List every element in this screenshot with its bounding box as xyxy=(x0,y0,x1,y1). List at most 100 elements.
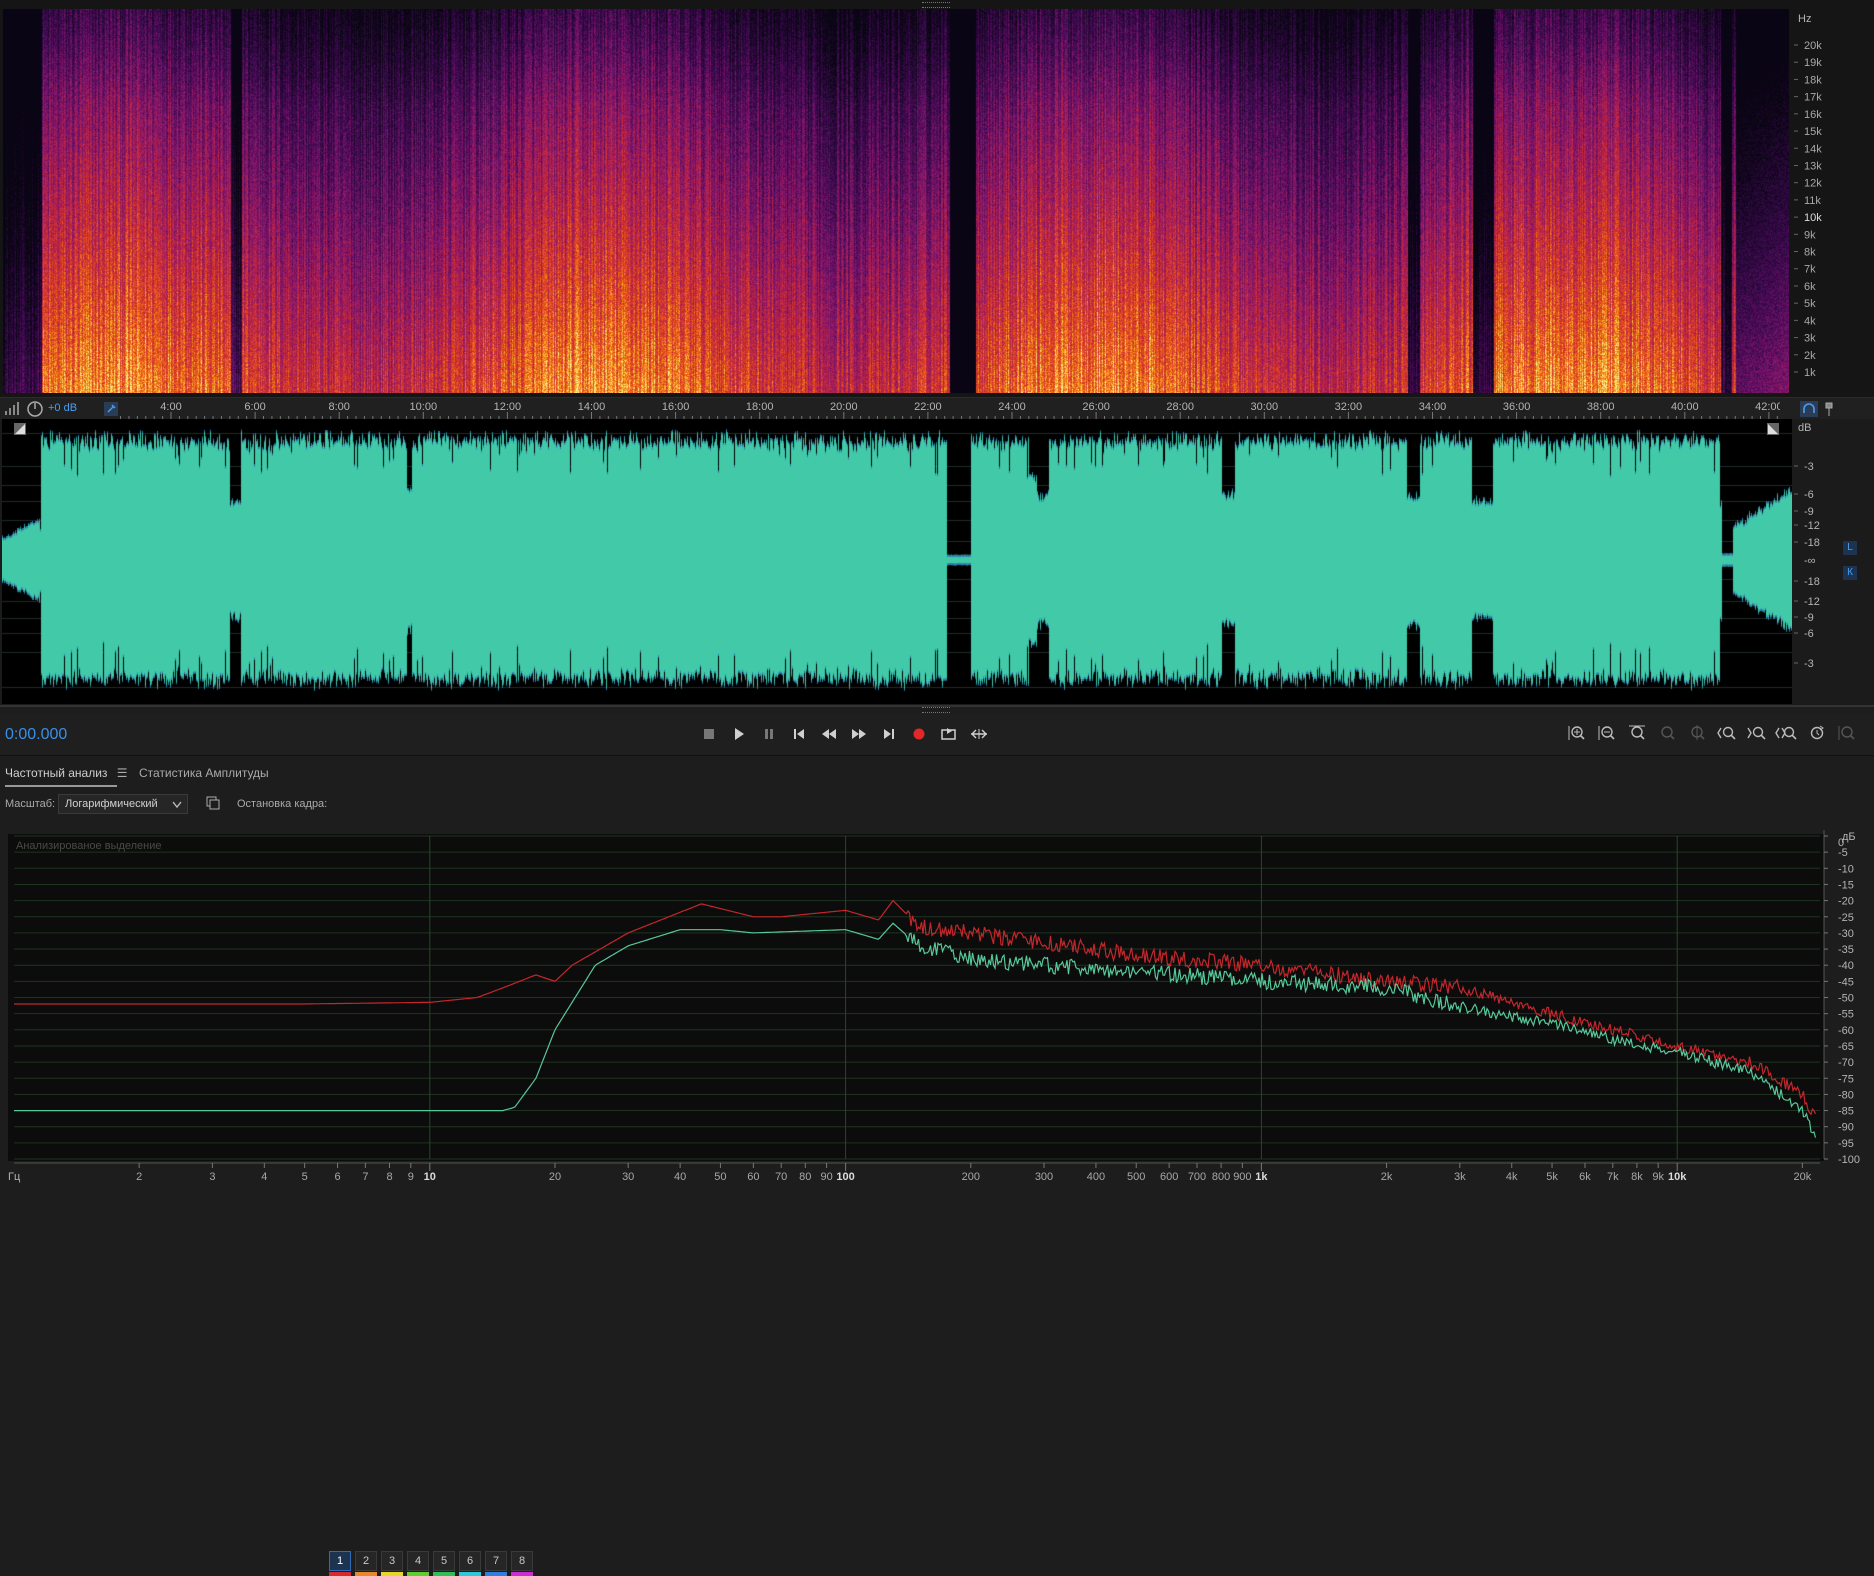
db-label: -9 xyxy=(1804,612,1814,624)
record-icon[interactable] xyxy=(912,727,926,741)
zoom-in-amplitude-icon[interactable] xyxy=(1568,725,1586,741)
freeze-frame-1-button[interactable]: 1 xyxy=(329,1551,351,1571)
db-label: -6 xyxy=(1804,489,1814,501)
panel-resize-handle[interactable] xyxy=(922,2,950,8)
zoom-in-right-icon[interactable] xyxy=(1746,725,1768,741)
chart-x-unit-label: Гц xyxy=(8,1171,21,1183)
freeze-frame-6-button[interactable]: 6 xyxy=(459,1551,481,1571)
zoom-disabled-icon[interactable] xyxy=(1838,725,1856,741)
waveform-display[interactable] xyxy=(2,419,1792,704)
zoom-fit-corner-icon[interactable] xyxy=(14,423,26,435)
chart-x-tick-label: 2 xyxy=(136,1171,142,1183)
zoom-selection-icon[interactable] xyxy=(1658,725,1676,741)
play-icon[interactable] xyxy=(732,727,746,741)
time-tick-label: 28:00 xyxy=(1166,401,1194,413)
pause-icon[interactable] xyxy=(762,727,776,741)
time-ruler-ticks[interactable]: 4:00 6:00 8:00 10:00 12:00 14:00 16:00 18:00 20:… xyxy=(0,398,1780,420)
analyzed-selection-watermark: Анализированое выделение xyxy=(16,840,162,852)
chart-x-tick-label: 70 xyxy=(775,1171,787,1183)
freeze-frame-2-button[interactable]: 2 xyxy=(355,1551,377,1571)
time-tick-label: 38:00 xyxy=(1587,401,1615,413)
freq-label: 17k xyxy=(1804,92,1822,104)
chart-x-tick-label: 400 xyxy=(1087,1171,1105,1183)
headphones-icon[interactable] xyxy=(1800,401,1818,417)
waveform-panel[interactable]: dB -3 -6 -9 -12 -18 -∞ -18 -12 -9 -6 -3 L К xyxy=(0,419,1874,707)
time-tick-label: 10:00 xyxy=(410,401,438,413)
frequency-analysis-chart[interactable]: дБ0-5-10-15-20-25-30-35-40-45-50-55-60-6… xyxy=(0,756,1874,1190)
skip-to-start-icon[interactable] xyxy=(792,727,806,741)
chart-x-tick-label: 20 xyxy=(549,1171,561,1183)
chart-x-tick-label: 4k xyxy=(1506,1171,1518,1183)
zoom-out-amplitude-icon[interactable] xyxy=(1598,725,1616,741)
freq-label: 5k xyxy=(1804,298,1816,310)
freeze-frame-7-button[interactable]: 7 xyxy=(485,1551,507,1571)
zoom-in-left-icon[interactable] xyxy=(1716,725,1738,741)
panel-divider-handle[interactable] xyxy=(922,707,950,713)
amplitude-ruler: dB -3 -6 -9 -12 -18 -∞ -18 -12 -9 -6 -3 xyxy=(1794,422,1820,670)
chart-x-tick-label: 200 xyxy=(962,1171,980,1183)
chart-y-tick-label: -40 xyxy=(1838,960,1854,972)
chart-x-tick-label: 10k xyxy=(1668,1171,1687,1183)
chart-y-tick-label: -85 xyxy=(1838,1106,1854,1118)
freq-label: 7k xyxy=(1804,264,1816,276)
chart-y-tick-label: -100 xyxy=(1838,1154,1860,1166)
time-tick-label: 30:00 xyxy=(1251,401,1279,413)
time-tick-label: 18:00 xyxy=(746,401,774,413)
chart-y-tick-label: -60 xyxy=(1838,1025,1854,1037)
db-label: -6 xyxy=(1804,628,1814,640)
chart-y-tick-label: -10 xyxy=(1838,863,1854,875)
freq-label: 4k xyxy=(1804,315,1816,327)
time-tick-label: 42:00 xyxy=(1755,401,1780,413)
spectrogram-frequency-ruler: Hz 20k 19k 18k 17k 16k 15k 14k 13k 12k 11k 10k 9k 8k… xyxy=(1794,13,1822,379)
rewind-icon[interactable] xyxy=(821,727,837,741)
channel-l-button[interactable]: L xyxy=(1843,541,1857,555)
zoom-reset-icon[interactable] xyxy=(1628,725,1646,741)
chart-x-tick-label: 2k xyxy=(1381,1171,1393,1183)
freq-label: 1k xyxy=(1804,367,1816,379)
chart-x-tick-label: 7k xyxy=(1607,1171,1619,1183)
db-label: -12 xyxy=(1804,520,1820,532)
channel-r-button[interactable]: К xyxy=(1843,566,1857,580)
zoom-history-icon[interactable] xyxy=(1808,725,1826,741)
freeze-frame-3-button[interactable]: 3 xyxy=(381,1551,403,1571)
timeline-ruler[interactable]: +0 dB 4:00 6:00 8:00 10:00 12:00 14:00 16:00 18… xyxy=(0,397,1874,421)
chart-x-tick-label: 500 xyxy=(1127,1171,1145,1183)
chart-x-tick-label: 100 xyxy=(836,1171,854,1183)
chart-y-tick-label: -25 xyxy=(1838,912,1854,924)
zoom-fit-corner-right-icon[interactable] xyxy=(1767,423,1779,435)
spectrogram-display[interactable] xyxy=(3,9,1789,393)
chart-y-tick-label: -75 xyxy=(1838,1073,1854,1085)
spectrogram-panel[interactable]: Hz 20k 19k 18k 17k 16k 15k 14k 13k 12k 11k 10k 9k 8k… xyxy=(0,0,1874,397)
chart-x-tick-label: 7 xyxy=(362,1171,368,1183)
chart-y-tick-label: -15 xyxy=(1838,879,1854,891)
chart-x-tick-label: 6 xyxy=(334,1171,340,1183)
freeze-frame-4-button[interactable]: 4 xyxy=(407,1551,429,1571)
marker-pin-icon[interactable] xyxy=(1823,401,1835,417)
loop-playback-icon[interactable] xyxy=(941,727,957,741)
fast-forward-icon[interactable] xyxy=(851,727,867,741)
zoom-out-full-icon[interactable] xyxy=(1774,725,1798,741)
freq-label: 8k xyxy=(1804,247,1816,259)
skip-to-end-icon[interactable] xyxy=(882,727,896,741)
analysis-panel: Частотный анализ ☰ Статистика Амплитуды … xyxy=(0,755,1874,1576)
chart-y-tick-label: -55 xyxy=(1838,1009,1854,1021)
skip-silence-icon[interactable] xyxy=(970,727,988,741)
db-label: -3 xyxy=(1804,461,1814,473)
chart-x-tick-label: 30 xyxy=(622,1171,634,1183)
freeze-frame-color-bar xyxy=(329,1572,351,1576)
chart-x-tick-label: 8 xyxy=(386,1171,392,1183)
db-label: -18 xyxy=(1804,537,1820,549)
freeze-frame-8-button[interactable]: 8 xyxy=(511,1551,533,1571)
db-unit-label: dB xyxy=(1798,422,1811,434)
chart-x-tick-label: 40 xyxy=(674,1171,686,1183)
freq-label: 2k xyxy=(1804,350,1816,362)
chart-y-tick-label: -20 xyxy=(1838,896,1854,908)
zoom-to-cursor-icon[interactable] xyxy=(1688,725,1706,741)
time-tick-label: 40:00 xyxy=(1671,401,1699,413)
time-tick-label: 8:00 xyxy=(328,401,349,413)
chart-x-tick-label: 700 xyxy=(1188,1171,1206,1183)
stop-icon[interactable] xyxy=(702,727,716,741)
freeze-frame-5-button[interactable]: 5 xyxy=(433,1551,455,1571)
db-label: -9 xyxy=(1804,506,1814,518)
freq-label: 12k xyxy=(1804,178,1822,190)
